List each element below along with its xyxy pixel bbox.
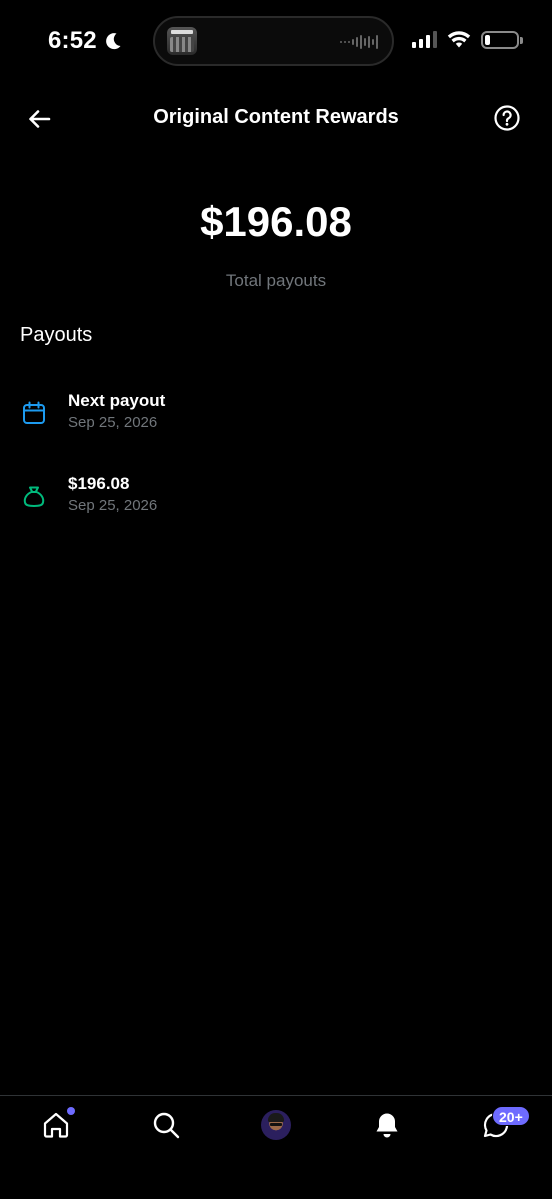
payout-date: Sep 25, 2026 [68, 414, 158, 431]
home-icon [43, 1112, 69, 1138]
bottom-navigation: 20+ [0, 1095, 552, 1199]
search-icon [153, 1112, 180, 1139]
page-header: Original Content Rewards [0, 92, 552, 144]
status-bar: 6:52 [0, 0, 552, 80]
nav-home[interactable] [41, 1107, 75, 1140]
status-time: 6:52 [48, 27, 123, 55]
help-icon[interactable] [493, 104, 521, 132]
messages-badge: 20+ [492, 1106, 530, 1126]
total-payouts-amount: $196.08 [200, 198, 352, 245]
page-title: Original Content Rewards [153, 106, 399, 128]
money-bag-icon [23, 486, 45, 507]
home-notification-dot [67, 1107, 75, 1115]
payout-primary: Next payout [68, 391, 166, 410]
time-label: 6:52 [48, 27, 97, 54]
calendar-icon [23, 401, 45, 424]
profile-avatar[interactable] [261, 1110, 291, 1140]
audio-waveform-icon [340, 35, 378, 49]
payout-date: Sep 25, 2026 [68, 497, 158, 514]
total-payouts-label: Total payouts [225, 271, 327, 290]
nav-notifications[interactable] [372, 1110, 402, 1140]
battery-level [485, 35, 490, 45]
battery-icon [481, 31, 523, 49]
wifi-icon [447, 31, 471, 48]
nav-search[interactable] [151, 1110, 181, 1140]
now-playing-artwork [167, 27, 197, 55]
payouts-section-title: Payouts [20, 324, 93, 346]
list-item-payout: $196.08 Sep 25, 2026 [0, 466, 552, 530]
list-item-next-payout: Next payout Sep 25, 2026 [0, 383, 552, 447]
moon-icon [105, 33, 121, 50]
payout-amount: $196.08 [68, 474, 130, 493]
bell-icon [376, 1113, 398, 1138]
dynamic-island[interactable] [153, 16, 394, 66]
cellular-signal-icon [412, 31, 437, 48]
